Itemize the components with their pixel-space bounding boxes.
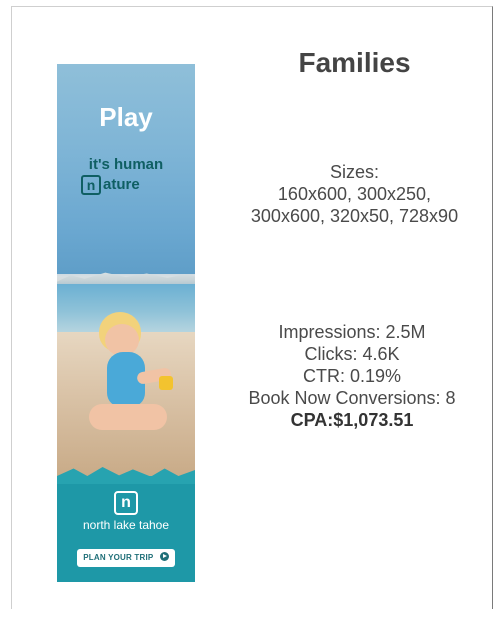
brand-name: north lake tahoe (82, 518, 170, 532)
sizes-line-1: 160x600, 300x250, (277, 184, 432, 204)
n-logo-icon: n (81, 175, 101, 195)
card-title: Families (298, 47, 411, 78)
play-circle-icon (159, 552, 169, 561)
north-lake-tahoe-logo-icon: n (114, 491, 138, 515)
cpa-stat: CPA:$1,073.51 (290, 410, 414, 430)
child-legs (89, 404, 167, 430)
sizes-label: Sizes: (329, 162, 380, 182)
plan-your-trip-button[interactable]: PLAN YOUR TRIP (77, 549, 175, 567)
ad-subhead-rest: ature (103, 176, 140, 193)
preview-frame: Play it's human n ature n north lake taho… (11, 6, 493, 609)
ctr-stat: CTR: 0.19% (302, 366, 402, 386)
sizes-line-2: 300x600, 320x50, 728x90 (250, 206, 459, 226)
ad-headline: Play (99, 102, 153, 132)
conversions-stat: Book Now Conversions: 8 (248, 388, 456, 408)
ad-banner[interactable]: Play it's human n ature n north lake taho… (57, 64, 195, 582)
ad-subhead-line2: n ature (81, 175, 140, 195)
clicks-stat: Clicks: 4.6K (304, 344, 400, 364)
ad-subhead-line1: it's human (88, 156, 164, 173)
cta-label: PLAN YOUR TRIP (83, 553, 154, 562)
impressions-stat: Impressions: 2.5M (278, 322, 426, 342)
sand-bucket (159, 376, 173, 390)
